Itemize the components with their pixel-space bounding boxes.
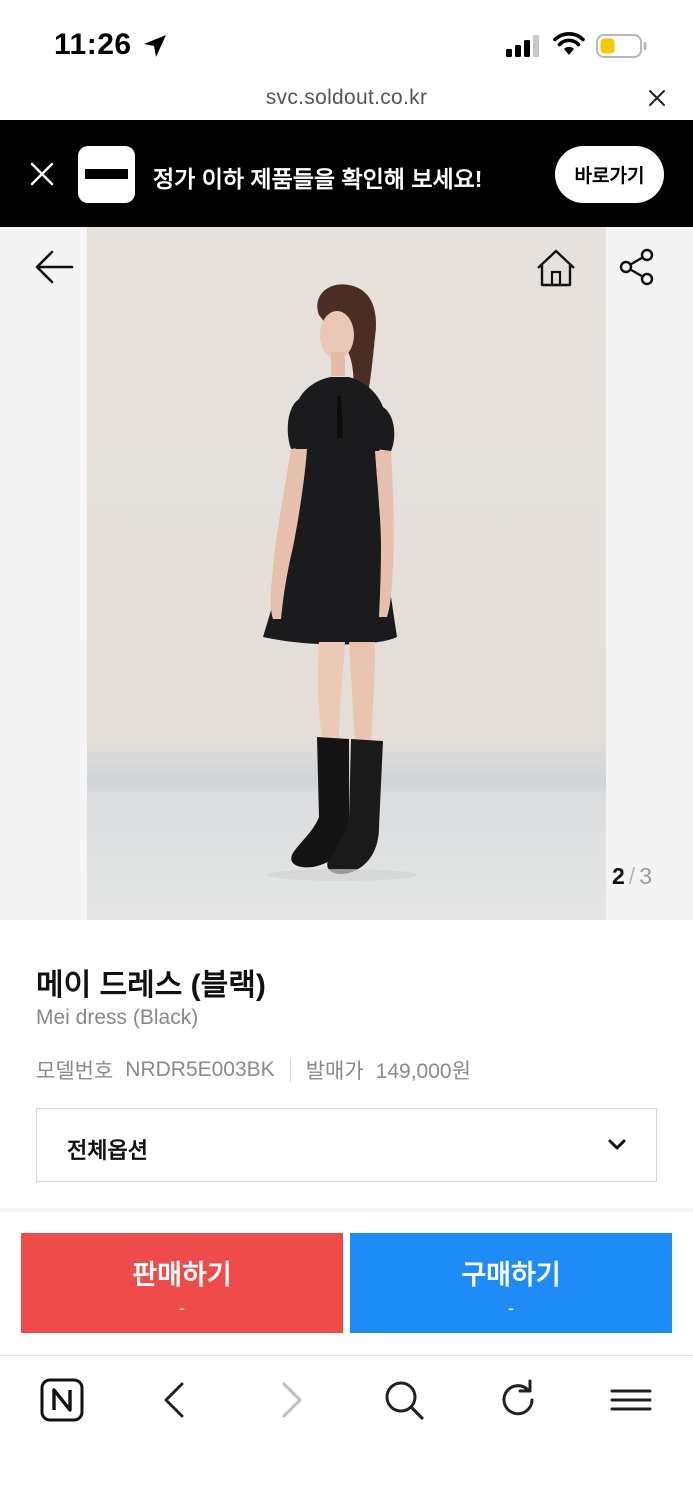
product-meta: 모델번호 NRDR5E003BK 발매가 149,000원 bbox=[36, 1055, 471, 1085]
option-selected-label: 전체옵션 bbox=[67, 1138, 148, 1163]
gallery-pager: 2/3 bbox=[612, 863, 652, 890]
product-title: 메이 드레스 (블랙) bbox=[36, 969, 266, 1002]
close-icon[interactable] bbox=[30, 162, 54, 186]
home-icon[interactable] bbox=[535, 247, 577, 289]
pager-current: 2 bbox=[612, 863, 625, 889]
url-bar[interactable]: svc.soldout.co.kr bbox=[0, 86, 693, 120]
status-bar: 11:26 bbox=[0, 0, 693, 86]
back-icon[interactable] bbox=[154, 1378, 198, 1422]
buy-button-label: 구매하기 bbox=[461, 1260, 561, 1290]
buy-button[interactable]: 구매하기 - bbox=[350, 1233, 672, 1333]
pager-separator: / bbox=[628, 863, 636, 889]
naver-logo-icon[interactable] bbox=[40, 1378, 84, 1422]
release-price-label: 발매가 bbox=[305, 1060, 364, 1083]
wifi-icon bbox=[553, 32, 585, 55]
section-divider bbox=[0, 1208, 693, 1212]
meta-divider bbox=[289, 1058, 291, 1082]
sell-button-label: 판매하기 bbox=[132, 1260, 232, 1290]
banner-go-button[interactable]: 바로가기 bbox=[555, 146, 664, 203]
close-icon[interactable] bbox=[647, 88, 667, 108]
model-label: 모델번호 bbox=[36, 1060, 114, 1083]
product-photo bbox=[87, 227, 606, 920]
sell-button-price: - bbox=[179, 1298, 185, 1318]
buy-button-price: - bbox=[508, 1298, 514, 1318]
pager-total: 3 bbox=[639, 863, 652, 889]
product-subtitle: Mei dress (Black) bbox=[36, 1006, 199, 1029]
refresh-icon[interactable] bbox=[496, 1378, 540, 1422]
status-time: 11:26 bbox=[54, 28, 132, 61]
banner-text: 정가 이하 제품들을 확인해 보세요! bbox=[153, 166, 483, 192]
battery-icon bbox=[596, 34, 647, 58]
menu-icon[interactable] bbox=[609, 1378, 653, 1422]
signal-icon bbox=[506, 35, 539, 57]
url-text[interactable]: svc.soldout.co.kr bbox=[0, 86, 693, 110]
promo-banner: 정가 이하 제품들을 확인해 보세요! 바로가기 bbox=[0, 120, 693, 227]
share-icon[interactable] bbox=[618, 248, 656, 286]
back-arrow-icon[interactable] bbox=[34, 247, 74, 287]
search-icon[interactable] bbox=[382, 1378, 426, 1422]
sell-button[interactable]: 판매하기 - bbox=[21, 1233, 343, 1333]
location-arrow-icon bbox=[144, 35, 166, 57]
app-logo-icon bbox=[78, 146, 135, 203]
browser-bottom-nav bbox=[0, 1355, 693, 1500]
product-image-gallery[interactable]: 2/3 bbox=[0, 227, 693, 920]
model-value: NRDR5E003BK bbox=[125, 1058, 275, 1081]
option-select[interactable]: 전체옵션 bbox=[36, 1108, 657, 1182]
release-price-value: 149,000원 bbox=[375, 1060, 471, 1083]
chevron-down-icon bbox=[608, 1139, 626, 1150]
forward-icon[interactable] bbox=[268, 1378, 312, 1422]
